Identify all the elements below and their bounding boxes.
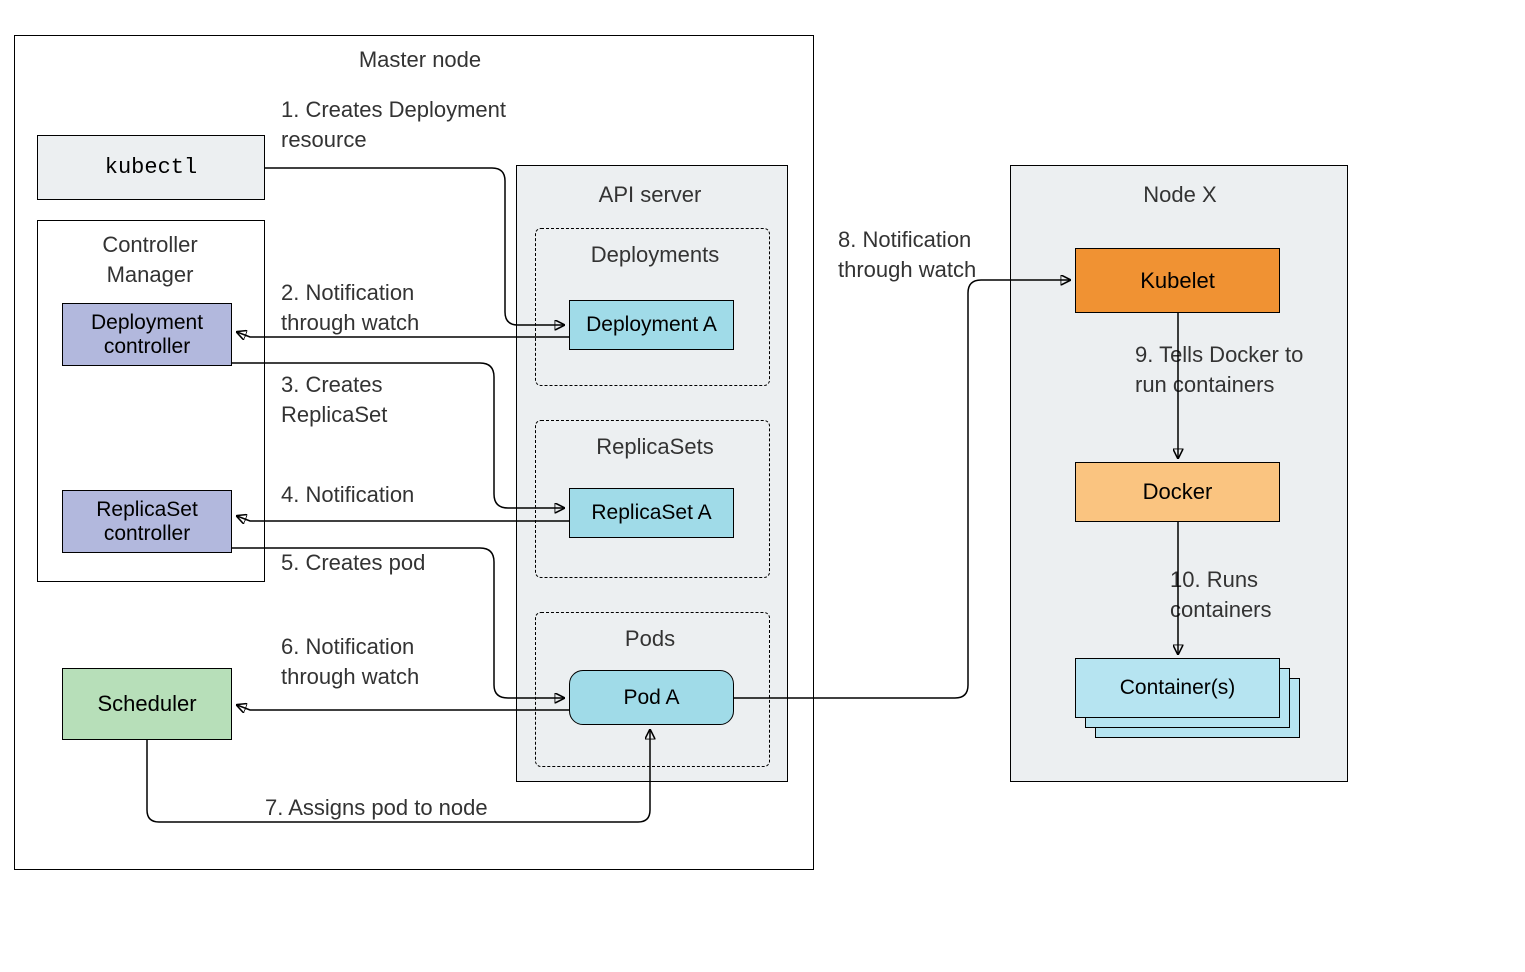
- step-5-label: 5. Creates pod: [281, 548, 425, 578]
- step-6-label: 6. Notification through watch: [281, 632, 419, 691]
- deployment-controller-label: Deployment controller: [91, 311, 203, 359]
- controller-manager-title: Controller Manager: [80, 230, 220, 289]
- replicaset-a-box: ReplicaSet A: [569, 488, 734, 538]
- api-server-title: API server: [575, 180, 725, 210]
- step-9-label: 9. Tells Docker to run containers: [1135, 340, 1303, 399]
- replicaset-a-label: ReplicaSet A: [591, 501, 711, 525]
- step-8-label: 8. Notification through watch: [838, 225, 976, 284]
- replicaset-controller-box: ReplicaSet controller: [62, 490, 232, 553]
- step-4-label: 4. Notification: [281, 480, 414, 510]
- step-1-label: 1. Creates Deployment resource: [281, 95, 506, 154]
- pod-a-box: Pod A: [569, 670, 734, 725]
- pod-a-label: Pod A: [623, 686, 679, 710]
- step-2-label: 2. Notification through watch: [281, 278, 419, 337]
- deployments-title: Deployments: [580, 240, 730, 270]
- replicasets-title: ReplicaSets: [580, 432, 730, 462]
- deployment-a-label: Deployment A: [586, 313, 717, 337]
- kubectl-label: kubectl: [105, 155, 197, 180]
- step-7-label: 7. Assigns pod to node: [265, 793, 488, 823]
- scheduler-box: Scheduler: [62, 668, 232, 740]
- kubectl-box: kubectl: [37, 135, 265, 200]
- replicaset-controller-label: ReplicaSet controller: [96, 498, 198, 546]
- docker-box: Docker: [1075, 462, 1280, 522]
- kubelet-box: Kubelet: [1075, 248, 1280, 313]
- step-3-label: 3. Creates ReplicaSet: [281, 370, 387, 429]
- kubelet-label: Kubelet: [1140, 268, 1215, 294]
- pods-title: Pods: [600, 624, 700, 654]
- deployment-a-box: Deployment A: [569, 300, 734, 350]
- containers-box: Container(s): [1075, 658, 1280, 718]
- node-x-title: Node X: [1120, 180, 1240, 210]
- scheduler-label: Scheduler: [97, 691, 196, 717]
- containers-label: Container(s): [1120, 676, 1236, 700]
- step-10-label: 10. Runs containers: [1170, 565, 1272, 624]
- kubernetes-deployment-flow-diagram: Master node kubectl Controller Manager D…: [0, 0, 1525, 972]
- docker-label: Docker: [1143, 479, 1213, 505]
- master-node-title: Master node: [320, 45, 520, 75]
- deployment-controller-box: Deployment controller: [62, 303, 232, 366]
